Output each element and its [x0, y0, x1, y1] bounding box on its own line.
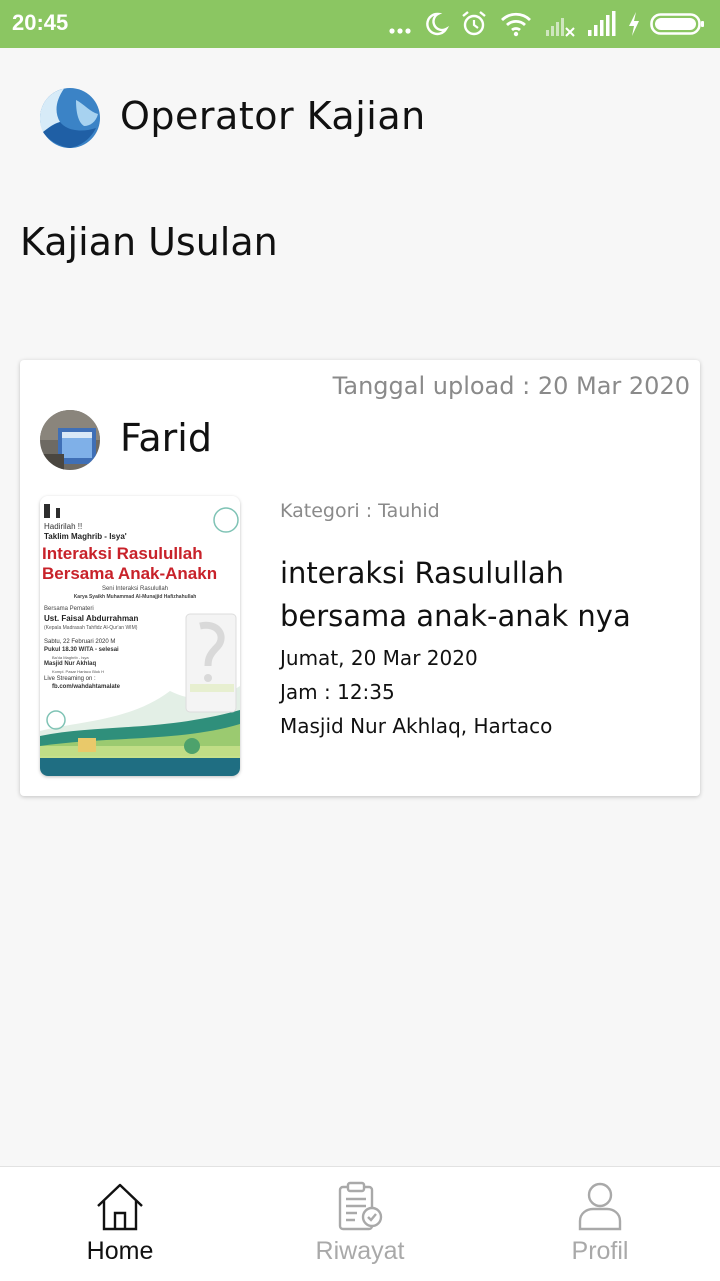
poster-speaker-role: (Kepala Madrasah Tahfidz Al-Qur'an WIM)	[44, 625, 138, 631]
nav-label-home: Home	[86, 1237, 154, 1265]
history-icon	[338, 1181, 383, 1231]
alarm-icon	[462, 11, 486, 36]
app-logo-icon	[40, 88, 100, 148]
poster-headline2: Bersama Anak-Anakn	[42, 564, 218, 583]
upload-date: Tanggal upload : 20 Mar 2020	[332, 372, 690, 400]
user-name: Farid	[120, 416, 212, 460]
poster-place-note: Kompl. Pasar Hartaco Blok H	[52, 669, 105, 674]
kajian-time: Jam : 12:35	[280, 680, 395, 704]
more-icon	[389, 28, 411, 34]
app-title: Operator Kajian	[120, 94, 426, 138]
section-title: Kajian Usulan	[20, 220, 278, 264]
avatar-photo	[40, 410, 100, 470]
poster-sub1: Seni Interaksi Rasulullah	[101, 586, 169, 592]
poster-line2: Taklim Maghrib - Isya'	[44, 532, 127, 541]
nav-item-profil[interactable]: Profil	[480, 1167, 720, 1281]
profile-icon	[578, 1182, 622, 1231]
poster-time-note: Ba'da Maghrib - Isya	[52, 655, 89, 660]
moon-icon	[426, 12, 450, 36]
poster-speaker-label: Bersama Pemateri	[44, 606, 94, 612]
signal-icon	[588, 11, 616, 36]
kajian-card[interactable]: Tanggal upload : 20 Mar 2020 Farid Hadir…	[20, 360, 700, 796]
poster-time: Pukul 18.30 WITA - selesai	[44, 647, 119, 653]
poster-speaker: Ust. Faisal Abdurrahman	[44, 614, 139, 623]
poster-line1: Hadirilah !!	[44, 522, 83, 531]
kajian-location: Masjid Nur Akhlaq, Hartaco	[280, 714, 553, 738]
nav-item-home[interactable]: Home	[0, 1167, 240, 1281]
poster-headline1: Interaksi Rasulullah	[42, 544, 203, 563]
home-icon	[97, 1183, 143, 1231]
status-time: 20:45	[12, 10, 69, 35]
signal-weak-icon	[546, 18, 575, 37]
nav-item-riwayat[interactable]: Riwayat	[240, 1167, 480, 1281]
avatar	[40, 410, 100, 470]
nav-label-riwayat: Riwayat	[315, 1237, 405, 1265]
bottom-navigation: Home Riwayat Profil	[0, 1166, 720, 1281]
charging-icon	[629, 12, 639, 36]
poster-date: Sabtu, 22 Februari 2020 M	[44, 639, 116, 645]
battery-icon	[650, 13, 704, 35]
category-label: Kategori : Tauhid	[280, 500, 440, 522]
status-bar: 20:45	[0, 0, 720, 48]
wifi-icon	[501, 12, 531, 37]
poster-stream-label: Live Streaming on :	[44, 676, 96, 682]
nav-label-profil: Profil	[571, 1237, 629, 1265]
poster-stream-url: fb.com/wahdahtamalate	[52, 684, 121, 690]
poster-sub2: Karya Syaikh Muhammad Al-Munajjid Hafizh…	[73, 594, 197, 600]
poster-place: Masjid Nur Akhlaq	[44, 661, 97, 667]
kajian-date: Jumat, 20 Mar 2020	[280, 646, 478, 670]
kajian-title: interaksi Rasulullah bersama anak-anak n…	[280, 556, 631, 633]
status-icons	[388, 10, 708, 38]
poster-image[interactable]: Hadirilah !! Taklim Maghrib - Isya' Inte…	[40, 496, 240, 776]
